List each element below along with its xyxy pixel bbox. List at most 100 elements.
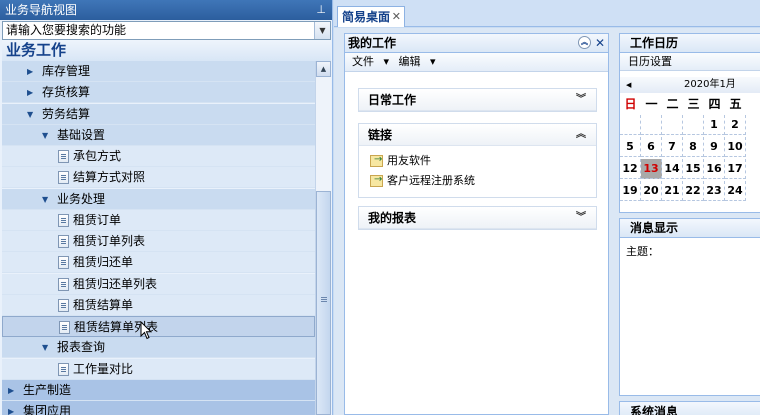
calendar-day[interactable]: 13 — [641, 159, 662, 179]
calendar-day[interactable]: 12 — [620, 159, 641, 179]
calendar-empty-day — [683, 115, 704, 135]
calendar-day[interactable]: 17 — [725, 159, 746, 179]
tree-item-label: 租赁结算单 — [73, 297, 134, 312]
calendar-day[interactable]: 21 — [662, 181, 683, 201]
portlet-header[interactable]: 我的报表 ︾ — [359, 207, 596, 229]
expanded-arrow-icon[interactable]: ▼ — [42, 189, 48, 210]
portlet-header[interactable]: 链接 ︽ — [359, 124, 596, 146]
nav-scrollbar[interactable]: ▲ — [315, 61, 331, 415]
calendar-day[interactable]: 6 — [641, 137, 662, 157]
calendar-settings-button[interactable]: 日历设置 — [620, 53, 760, 71]
tree-leaf-item[interactable]: 租赁归还单 — [2, 252, 315, 274]
collapsed-arrow-icon[interactable]: ▶ — [8, 380, 14, 401]
tree-leaf-item[interactable]: 租赁归还单列表 — [2, 273, 315, 295]
calendar-day[interactable]: 22 — [683, 181, 704, 201]
calendar-day[interactable]: 1 — [704, 115, 725, 135]
document-icon — [58, 213, 69, 227]
file-menu[interactable]: 文件 ▾ — [352, 55, 389, 68]
calendar-day[interactable]: 19 — [620, 181, 641, 201]
tree-folder-item[interactable]: ▼ 业务处理 — [2, 188, 315, 210]
calendar-day[interactable]: 7 — [662, 137, 683, 157]
tree-leaf-item[interactable]: 工作量对比 — [2, 358, 315, 380]
tab-simple-desktop[interactable]: 简易桌面 ✕ — [337, 6, 405, 27]
collapsed-arrow-icon[interactable]: ▶ — [27, 61, 33, 82]
calendar-day[interactable]: 15 — [683, 159, 704, 179]
expanded-arrow-icon[interactable]: ▼ — [42, 125, 48, 146]
expand-icon[interactable]: ︾ — [576, 207, 586, 229]
my-work-toolbar: 文件 ▾ 编辑 ▾ — [345, 53, 608, 72]
calendar-day[interactable]: 20 — [641, 181, 662, 201]
calendar-day[interactable]: 8 — [683, 137, 704, 157]
tree-folder-item[interactable]: ▶ 集团应用 — [2, 401, 315, 415]
tree-leaf-item[interactable]: 租赁结算单 — [2, 294, 315, 316]
link-label[interactable]: 用友软件 — [387, 154, 431, 168]
tree-leaf-item[interactable]: 承包方式 — [2, 146, 315, 167]
message-subject-label: 主题： — [626, 245, 659, 258]
calendar-empty-day — [641, 115, 662, 135]
pin-icon[interactable]: ⊥ — [316, 0, 326, 20]
nav-tree: ▶ 库存管理 ▶ 存货核算 ▼ 劳务结算 ▼ 基础设置 承包方式 结算方式对照 ▼ 业务处理 租赁订单租… — [2, 61, 315, 415]
my-work-title: 我的工作 — [348, 36, 397, 50]
work-calendar-panel: 工作日历 日历设置 ◀ 2020年1月 日一二三四五 1 2 5 6 7 8 9 10 12 13 1… — [619, 33, 760, 213]
weekday-header: 四 — [708, 97, 721, 111]
calendar-day[interactable]: 24 — [725, 181, 746, 201]
tree-leaf-item[interactable]: 租赁订单 — [2, 209, 315, 231]
tree-leaf-item[interactable]: 结算方式对照 — [2, 167, 315, 189]
calendar-day[interactable]: 23 — [704, 181, 725, 201]
calendar-day[interactable]: 16 — [704, 159, 725, 179]
expanded-arrow-icon[interactable]: ▼ — [42, 337, 48, 358]
tree-item-label: 租赁归还单 — [73, 255, 134, 270]
tree-leaf-item[interactable]: 租赁订单列表 — [2, 231, 315, 252]
link-label[interactable]: 客户远程注册系统 — [387, 174, 475, 188]
document-icon — [58, 298, 69, 312]
collapsed-arrow-icon[interactable]: ▶ — [8, 401, 14, 415]
calendar-empty-day — [620, 115, 641, 135]
calendar-day[interactable]: 2 — [725, 115, 746, 135]
tree-folder-item[interactable]: ▶ 生产制造 — [2, 379, 315, 401]
shortcut-icon — [370, 153, 383, 167]
system-message-panel[interactable]: 系统消息 — [619, 401, 760, 415]
collapse-icon[interactable]: ︽ — [576, 124, 586, 146]
document-icon — [58, 256, 69, 270]
scroll-up-icon[interactable]: ▲ — [316, 61, 331, 77]
calendar-day[interactable]: 10 — [725, 137, 746, 157]
tree-folder-item[interactable]: ▼ 报表查询 — [2, 337, 315, 359]
portlet-title: 链接 — [368, 128, 393, 142]
document-icon — [58, 362, 69, 376]
my-work-header: 我的工作 ︽ ✕ — [345, 34, 608, 53]
tree-folder-item[interactable]: ▶ 库存管理 — [2, 61, 315, 82]
nav-search-input[interactable]: 请输入您要搜索的功能 — [6, 23, 126, 37]
tree-folder-item[interactable]: ▼ 基础设置 — [2, 124, 315, 146]
document-icon — [58, 235, 69, 248]
tree-folder-item[interactable]: ▶ 存货核算 — [2, 82, 315, 104]
calendar-day[interactable]: 9 — [704, 137, 725, 157]
tree-item-label: 基础设置 — [57, 127, 106, 142]
desktop-area: 我的工作 ︽ ✕ 文件 ▾ 编辑 ▾ 日常工作 ︾ 链接 ︽ 用友软件 — [334, 28, 760, 415]
scrollbar-grip — [321, 297, 327, 298]
calendar-day[interactable]: 14 — [662, 159, 683, 179]
collapse-icon[interactable]: ︽ — [578, 36, 591, 49]
weekday-header: 日 — [624, 97, 637, 111]
tree-item-label: 业务处理 — [57, 191, 106, 206]
expanded-arrow-icon[interactable]: ▼ — [27, 104, 33, 125]
expand-icon[interactable]: ︾ — [576, 89, 586, 111]
tree-leaf-item[interactable]: 租赁结算单列表 — [2, 316, 315, 337]
calendar-day[interactable]: 5 — [620, 137, 641, 157]
prev-month-icon[interactable]: ◀ — [626, 77, 631, 93]
portlet-header[interactable]: 日常工作 ︾ — [359, 89, 596, 111]
tree-item-label: 工作量对比 — [73, 361, 134, 376]
edit-menu[interactable]: 编辑 ▾ — [399, 55, 436, 68]
document-icon — [58, 277, 69, 291]
tree-item-label: 存货核算 — [42, 85, 91, 100]
scrollbar-thumb[interactable] — [316, 191, 331, 415]
tree-folder-item[interactable]: ▼ 劳务结算 — [2, 103, 315, 125]
nav-panel: 业务导航视图 ⊥ 请输入您要搜索的功能 ▼ 业务工作 ▶ 库存管理 ▶ 存货核算 ▼ 劳务… — [0, 0, 333, 415]
dropdown-arrow-icon[interactable]: ▼ — [314, 22, 330, 39]
tree-item-label: 库存管理 — [42, 64, 91, 78]
close-icon[interactable]: ✕ — [392, 7, 401, 27]
calendar-title: 工作日历 — [620, 34, 760, 53]
close-icon[interactable]: ✕ — [595, 34, 605, 53]
collapsed-arrow-icon[interactable]: ▶ — [27, 82, 33, 103]
tree-item-label: 租赁订单列表 — [73, 234, 146, 248]
nav-search-combo[interactable]: 请输入您要搜索的功能 ▼ — [2, 21, 331, 40]
